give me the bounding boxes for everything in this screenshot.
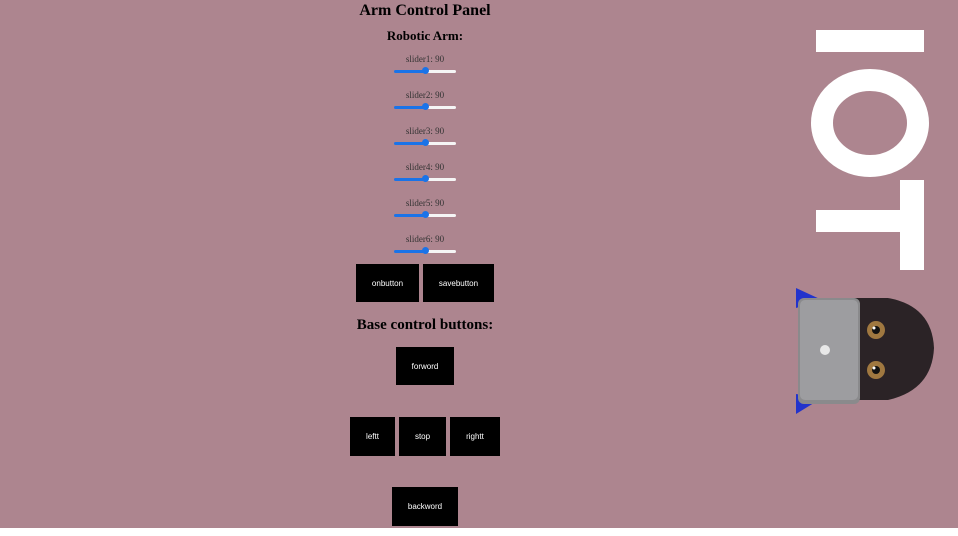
slider-thumb[interactable] [422,247,429,254]
slider-thumb[interactable] [422,139,429,146]
slider-track [425,70,456,73]
slider2-block: slider2: 90 [375,89,475,125]
backward-button[interactable]: backword [392,487,458,526]
robotic-arm-heading: Robotic Arm: [386,28,464,43]
slider-track [425,214,456,217]
slider-track [425,178,456,181]
slider5-label: slider5: 90 [405,198,445,208]
mascot-image-icon [796,288,934,414]
slider-track [425,142,456,145]
slider3-input[interactable] [394,139,456,146]
slider3-block: slider3: 90 [375,125,475,161]
left-button[interactable]: leftt [350,417,395,456]
slider6-input[interactable] [394,247,456,254]
slider6-label: slider6: 90 [405,234,445,244]
slider-thumb[interactable] [422,211,429,218]
slider-fill [394,214,425,217]
stop-button[interactable]: stop [399,417,446,456]
control-panel: Arm Control Panel Robotic Arm: slider1: … [0,0,850,528]
slider-thumb[interactable] [422,175,429,182]
slider1-block: slider1: 90 [375,53,475,89]
slider-fill [394,106,425,109]
save-button[interactable]: savebutton [423,264,494,302]
slider2-input[interactable] [394,103,456,110]
page-title: Arm Control Panel [359,2,491,19]
forward-button[interactable]: forword [396,347,454,385]
slider3-label: slider3: 90 [405,126,445,136]
on-button[interactable]: onbutton [356,264,419,302]
slider4-input[interactable] [394,175,456,182]
page-background: Arm Control Panel Robotic Arm: slider1: … [0,0,958,528]
slider-thumb[interactable] [422,103,429,110]
right-button[interactable]: rightt [450,417,500,456]
slider2-label: slider2: 90 [405,90,445,100]
slider-fill [394,250,425,253]
slider-track [425,250,456,253]
iot-logo-icon [811,30,929,270]
slider5-block: slider5: 90 [375,197,475,233]
slider-fill [394,142,425,145]
slider5-input[interactable] [394,211,456,218]
slider1-input[interactable] [394,67,456,74]
base-control-heading: Base control buttons: [356,317,494,333]
slider4-block: slider4: 90 [375,161,475,197]
slider-track [425,106,456,109]
slider4-label: slider4: 90 [405,162,445,172]
slider-thumb[interactable] [422,67,429,74]
slider1-label: slider1: 90 [405,54,445,64]
slider-fill [394,70,425,73]
slider-fill [394,178,425,181]
